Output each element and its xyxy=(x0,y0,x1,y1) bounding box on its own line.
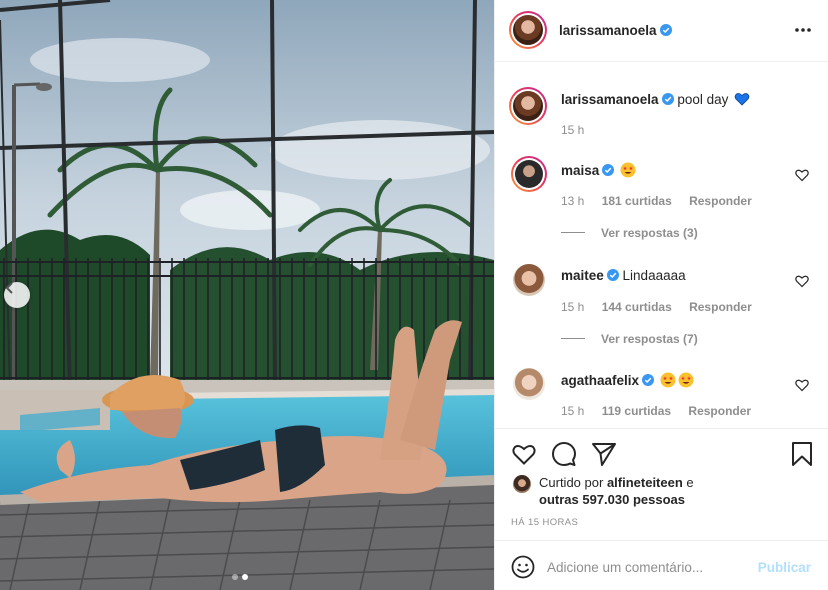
carousel-dot-active xyxy=(242,574,248,580)
author-username[interactable]: larissamanoela xyxy=(559,23,672,38)
comment-likes[interactable]: 119 curtidas xyxy=(602,404,671,418)
comment-username[interactable]: maisa xyxy=(561,163,599,178)
likes-prefix: Curtido por xyxy=(539,475,604,490)
reply-button[interactable]: Responder xyxy=(689,300,752,314)
comment-username[interactable]: maitee xyxy=(561,268,604,283)
verified-badge-icon xyxy=(661,93,674,105)
verified-badge-icon xyxy=(659,24,672,36)
view-replies-text[interactable]: Ver respostas (7) xyxy=(601,332,698,346)
comment-like-heart-icon[interactable] xyxy=(795,378,809,392)
post-sidebar: larissamanoela larissamanoela pool day 1… xyxy=(494,0,828,590)
post-action-bar xyxy=(495,428,828,474)
verified-badge-icon xyxy=(602,164,615,176)
caption-text: pool day xyxy=(677,92,729,107)
star-struck-emoji-icon xyxy=(620,162,636,178)
post-image xyxy=(0,0,494,590)
likes-count[interactable]: outras 597.030 pessoas xyxy=(539,491,685,509)
liker-username[interactable]: alfineteiteen xyxy=(607,475,683,490)
view-replies-button[interactable]: Ver respostas (3) xyxy=(561,226,698,240)
comment-body: Lindaaaaa xyxy=(622,268,686,283)
view-replies-button[interactable]: Ver respostas (7) xyxy=(561,332,698,346)
reply-button[interactable]: Responder xyxy=(689,194,752,208)
comment-likes[interactable]: 181 curtidas xyxy=(602,194,672,208)
comment-username[interactable]: agathaafelix xyxy=(561,373,639,388)
comment-time[interactable]: 13 h xyxy=(561,194,584,208)
caption-line: larissamanoela pool day xyxy=(561,91,750,107)
add-comment-bar: Publicar xyxy=(495,540,828,590)
caption-username[interactable]: larissamanoela xyxy=(561,92,659,107)
comment-time[interactable]: 15 h xyxy=(561,404,584,418)
comment-text: maisa xyxy=(561,162,636,178)
publish-button[interactable]: Publicar xyxy=(758,560,811,575)
likes-line-1: Curtido por alfineteiteen e xyxy=(539,474,694,492)
commenter-avatar[interactable] xyxy=(511,156,547,192)
liker-avatar[interactable] xyxy=(513,475,531,493)
replies-divider xyxy=(561,232,585,233)
comment-item: maisa 13 h 181 curtidas Responder Ver re… xyxy=(495,156,828,258)
carousel-dot xyxy=(232,574,238,580)
blue-heart-icon xyxy=(734,93,750,106)
commenter-avatar[interactable] xyxy=(513,368,545,400)
comment-meta: 15 h 119 curtidas Responder xyxy=(561,404,765,418)
post-timestamp[interactable]: HÁ 15 HORAS xyxy=(511,517,578,528)
comment-like-heart-icon[interactable] xyxy=(795,274,809,288)
heart-icon[interactable] xyxy=(511,441,537,467)
verified-badge-icon xyxy=(606,269,619,281)
bookmark-icon[interactable] xyxy=(789,441,815,467)
comment-text: agathaafelix xyxy=(561,372,694,388)
caption-author-avatar[interactable] xyxy=(509,87,547,125)
likes-conjunction: e xyxy=(686,475,694,490)
carousel-prev-button[interactable] xyxy=(4,282,30,308)
star-struck-emoji-icon xyxy=(678,372,694,388)
more-options-icon[interactable] xyxy=(793,22,813,38)
comment-icon[interactable] xyxy=(551,441,577,467)
replies-divider xyxy=(561,338,585,339)
add-comment-input[interactable] xyxy=(547,555,747,579)
post-header: larissamanoela xyxy=(495,0,828,62)
comment-item: maitee Lindaaaaa 15 h 144 curtidas Respo… xyxy=(495,264,828,364)
commenter-avatar[interactable] xyxy=(513,264,545,296)
comment-meta: 13 h 181 curtidas Responder xyxy=(561,194,766,208)
comment-likes[interactable]: 144 curtidas xyxy=(602,300,672,314)
comment-text: maitee Lindaaaaa xyxy=(561,268,686,283)
share-icon[interactable] xyxy=(591,441,617,467)
author-avatar[interactable] xyxy=(509,11,547,49)
comment-meta: 15 h 144 curtidas Responder xyxy=(561,300,766,314)
comment-like-heart-icon[interactable] xyxy=(795,168,809,182)
star-struck-emoji-icon xyxy=(660,372,676,388)
reply-button[interactable]: Responder xyxy=(688,404,751,418)
emoji-icon[interactable] xyxy=(511,555,535,579)
chevron-left-icon xyxy=(5,282,13,294)
author-username-text[interactable]: larissamanoela xyxy=(559,23,657,38)
carousel-indicator xyxy=(232,574,248,580)
verified-badge-icon xyxy=(642,374,655,386)
comment-time[interactable]: 15 h xyxy=(561,300,584,314)
pool-photo xyxy=(0,0,494,590)
view-replies-text[interactable]: Ver respostas (3) xyxy=(601,226,698,240)
caption-time[interactable]: 15 h xyxy=(561,123,584,137)
